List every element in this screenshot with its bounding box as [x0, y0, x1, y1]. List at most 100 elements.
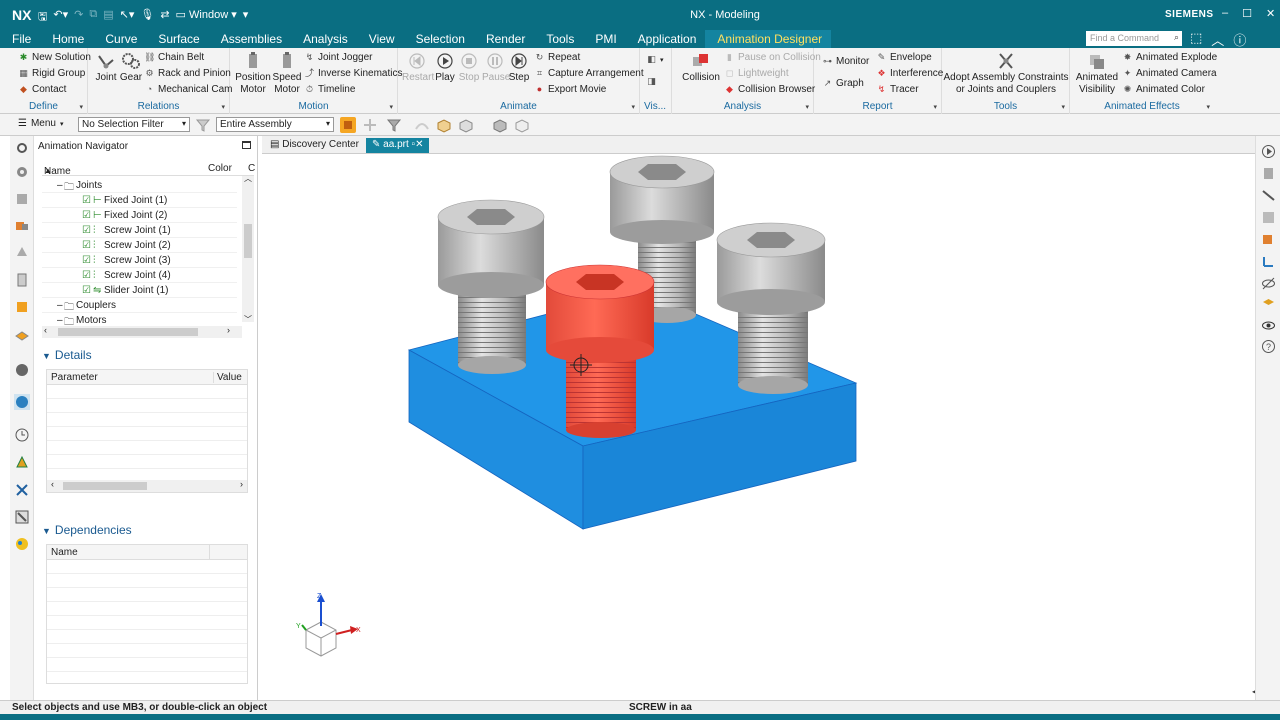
body-select-icon[interactable]: [458, 117, 474, 133]
inverse-kinematics-button[interactable]: ⤴ Inverse Kinematics: [304, 68, 403, 79]
step-button[interactable]: Step: [508, 52, 530, 84]
rr-motion-icon[interactable]: [1261, 188, 1276, 203]
scroll-left-icon[interactable]: ‹: [44, 325, 47, 335]
chain-belt-button[interactable]: ⛓ Chain Belt: [144, 52, 204, 63]
visibility-button[interactable]: ◧ ▾: [646, 54, 663, 65]
animated-effects-more-icon[interactable]: ▾: [1206, 103, 1210, 111]
details-scroll-right-icon[interactable]: ›: [240, 479, 243, 489]
tab-curve[interactable]: Curve: [93, 30, 146, 48]
rail-part-navigator-icon[interactable]: [14, 218, 30, 234]
find-command-input[interactable]: Find a Command ⌕: [1086, 31, 1182, 46]
rail-reuse-library-icon[interactable]: [14, 244, 30, 260]
tracer-button[interactable]: ↯ Tracer: [876, 84, 919, 95]
tree-joint-row[interactable]: ☑ ⇋ Slider Joint (1): [42, 283, 237, 298]
tab-aa-prt[interactable]: ✎ aa.prt ▫✕: [366, 138, 430, 153]
collision-button[interactable]: Collision: [682, 52, 720, 84]
rigid-group-button[interactable]: ▦ Rigid Group: [18, 68, 85, 79]
help-icon[interactable]: ⓘ: [1233, 30, 1246, 49]
adopt-constraints-button[interactable]: Adopt Assembly Constraints or Joints and…: [942, 52, 1070, 96]
filter-icon[interactable]: [195, 117, 211, 133]
tree-checkbox[interactable]: ☑: [82, 225, 91, 236]
pause-on-collision-button[interactable]: ▮ Pause on Collision: [724, 52, 821, 63]
3d-scene[interactable]: Z X Y ◂: [262, 154, 1255, 700]
tab-file[interactable]: File: [0, 30, 40, 48]
rail-constraint-navigator-icon[interactable]: [14, 191, 30, 207]
rr-part-icon[interactable]: [1261, 166, 1276, 181]
tree-expand-icon[interactable]: –: [57, 180, 63, 191]
navigator-horizontal-scroll-thumb[interactable]: [58, 328, 198, 336]
tree-expand-icon[interactable]: –: [57, 300, 63, 311]
rr-layer-icon[interactable]: [1261, 296, 1276, 311]
motion-more-icon[interactable]: ▾: [389, 103, 393, 111]
tab-selection[interactable]: Selection: [404, 30, 474, 48]
rr-help-icon[interactable]: ?: [1261, 339, 1276, 354]
joint-jogger-button[interactable]: ↯ Joint Jogger: [304, 52, 373, 63]
capture-arrangement-button[interactable]: ⌗ Capture Arrangement: [534, 68, 644, 79]
tab-analysis[interactable]: Analysis: [291, 30, 357, 48]
play-button[interactable]: Play: [434, 52, 456, 84]
assembly-scope-dropdown[interactable]: Entire Assembly ▾: [216, 117, 334, 132]
tab-surface[interactable]: Surface: [146, 30, 208, 48]
visibility-button-2[interactable]: ◨: [646, 76, 657, 87]
new-solution-button[interactable]: ✱ New Solution: [18, 52, 91, 63]
column-header-color[interactable]: Color: [208, 163, 232, 174]
rail-roles-icon[interactable]: [14, 454, 30, 470]
lightweight-button[interactable]: ◻ Lightweight: [724, 68, 789, 79]
monitor-button[interactable]: ⊶ Monitor: [822, 56, 869, 67]
tab-home[interactable]: Home: [40, 30, 93, 48]
tree-joint-row[interactable]: ☑ ⫶ Screw Joint (2): [42, 238, 237, 253]
collapse-ribbon-icon[interactable]: ︿: [1211, 30, 1224, 49]
rail-web-browser-icon[interactable]: [14, 299, 30, 315]
tab-tools[interactable]: Tools: [534, 30, 583, 48]
envelope-button[interactable]: ✎ Envelope: [876, 52, 932, 63]
interference-button[interactable]: ❖ Interference: [876, 68, 943, 79]
wireframe-view-icon[interactable]: [514, 117, 530, 133]
rail-assembly-navigator-icon[interactable]: [14, 164, 30, 180]
resource-bar-icon[interactable]: ⬚: [1190, 30, 1202, 49]
rail-palette-icon[interactable]: [14, 536, 30, 552]
selection-filter-dropdown[interactable]: No Selection Filter ▾: [78, 117, 190, 132]
restart-button[interactable]: Restart: [402, 52, 434, 84]
tree-checkbox[interactable]: ☑: [82, 240, 91, 251]
animated-color-button[interactable]: ✺ Animated Color: [1122, 84, 1205, 95]
pause-button[interactable]: Pause: [482, 52, 510, 84]
dependencies-col-name[interactable]: Name: [51, 547, 78, 558]
navigator-vertical-scrollbar[interactable]: ︿ ﹀: [242, 174, 254, 325]
view-triad[interactable]: Z X Y: [296, 593, 361, 657]
rr-hide-icon[interactable]: [1261, 276, 1276, 291]
rail-history-icon[interactable]: [14, 326, 30, 342]
details-scroll-thumb[interactable]: [63, 482, 147, 490]
details-section-header[interactable]: ▼ Details: [42, 348, 92, 362]
export-movie-button[interactable]: ● Export Movie: [534, 84, 607, 95]
relations-more-icon[interactable]: ▾: [221, 103, 225, 111]
navigator-minimize-icon[interactable]: [242, 141, 251, 149]
dependencies-section-header[interactable]: ▼ Dependencies: [42, 523, 132, 537]
scroll-down-icon[interactable]: ﹀: [244, 314, 252, 325]
tree-joint-row[interactable]: ☑ ⊢ Fixed Joint (2): [42, 208, 237, 223]
minimize-icon[interactable]: –: [1222, 7, 1228, 20]
snap-point-icon[interactable]: [362, 117, 378, 133]
animated-visibility-button[interactable]: Animated Visibility: [1074, 52, 1120, 96]
speed-motor-button[interactable]: Speed Motor: [272, 52, 302, 96]
close-icon[interactable]: ✕: [1266, 7, 1275, 20]
rr-play-icon[interactable]: [1261, 144, 1276, 159]
graphics-window[interactable]: ▤ Discovery Center ✎ aa.prt ▫✕ Z X Y ◂: [262, 136, 1255, 700]
stop-button[interactable]: Stop: [458, 52, 480, 84]
tab-animation-designer[interactable]: Animation Designer: [705, 30, 832, 48]
rr-contact-icon[interactable]: [1261, 232, 1276, 247]
animated-explode-button[interactable]: ✸ Animated Explode: [1122, 52, 1217, 63]
collision-browser-button[interactable]: ◆ Collision Browser: [724, 84, 815, 95]
mechanical-cam-button[interactable]: ◔ Mechanical Cam: [144, 84, 233, 95]
tree-joint-row[interactable]: ☑ ⫶ Screw Joint (1): [42, 223, 237, 238]
tab-assemblies[interactable]: Assemblies: [209, 30, 291, 48]
tree-folder-row[interactable]: – 🗀 Couplers: [42, 298, 237, 313]
details-scroll-left-icon[interactable]: ‹: [51, 479, 54, 489]
select-component-icon[interactable]: [340, 117, 356, 133]
tab-discovery-center[interactable]: ▤ Discovery Center: [264, 138, 365, 153]
maximize-icon[interactable]: ☐: [1242, 7, 1252, 20]
position-motor-button[interactable]: Position Motor: [234, 52, 272, 96]
tab-close-icon[interactable]: ✕: [415, 139, 423, 150]
tree-checkbox[interactable]: ☑: [82, 210, 91, 221]
report-more-icon[interactable]: ▾: [933, 103, 937, 111]
rail-animation-navigator-icon[interactable]: [14, 394, 30, 410]
